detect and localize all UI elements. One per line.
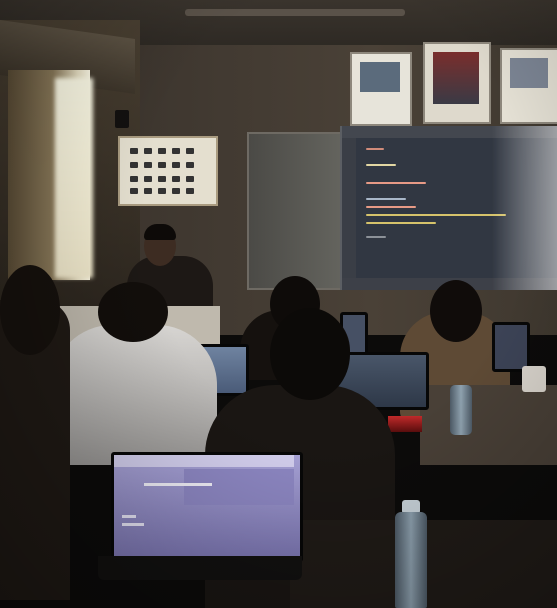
code-line bbox=[366, 148, 384, 150]
whiteboard bbox=[247, 132, 351, 290]
student-left-head bbox=[0, 265, 60, 355]
code-line bbox=[366, 198, 406, 200]
window-light bbox=[55, 78, 93, 278]
phone-screen bbox=[522, 366, 546, 392]
code-line bbox=[366, 206, 416, 208]
student-hoodie-head bbox=[98, 282, 168, 342]
framed-poster bbox=[350, 52, 412, 126]
wall-chart bbox=[118, 136, 218, 206]
water-bottle bbox=[450, 385, 472, 435]
code-line bbox=[122, 523, 144, 526]
wall-speaker bbox=[115, 110, 129, 128]
code-line bbox=[366, 182, 426, 184]
laptop-base bbox=[98, 556, 302, 580]
projected-code-editor bbox=[340, 126, 557, 290]
code-line bbox=[122, 515, 136, 518]
laptop-screen-foreground bbox=[111, 452, 303, 562]
code-line bbox=[366, 222, 436, 224]
student-white-hoodie bbox=[52, 325, 217, 465]
ceiling-light bbox=[185, 9, 405, 16]
student-foreground-head bbox=[270, 308, 350, 400]
classroom-photo bbox=[0, 0, 557, 608]
red-keyboard bbox=[388, 416, 422, 432]
water-bottle bbox=[395, 512, 427, 608]
editor-gutter bbox=[342, 138, 356, 278]
editor-toolbar bbox=[114, 455, 294, 467]
code-line bbox=[144, 483, 212, 486]
desk-right bbox=[420, 385, 557, 465]
student-right-head bbox=[430, 280, 482, 342]
code-line bbox=[366, 214, 506, 216]
laptop-screen-right bbox=[492, 322, 530, 372]
instructor-hair bbox=[144, 224, 176, 240]
projector-glare bbox=[492, 126, 557, 290]
code-line bbox=[366, 164, 396, 166]
framed-poster bbox=[423, 42, 491, 124]
framed-poster bbox=[500, 48, 557, 124]
editor-panel bbox=[184, 469, 294, 505]
code-line bbox=[366, 236, 386, 238]
